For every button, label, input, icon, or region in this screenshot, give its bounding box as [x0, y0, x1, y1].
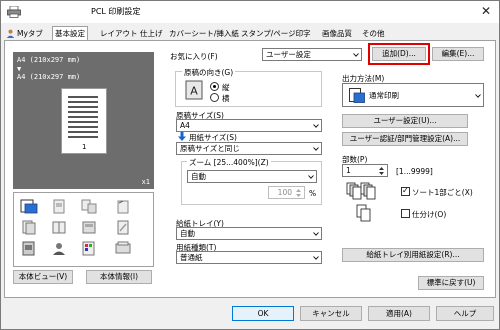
- tray-paper-settings-button[interactable]: 給紙トレイ別用紙設定(R)...: [342, 248, 484, 262]
- device-view-button[interactable]: 本体ビュー(V): [13, 270, 73, 284]
- paper-size-value: 原稿サイズと同じ: [180, 144, 240, 153]
- booklet-icon: [52, 221, 66, 234]
- output-method-value: 通常印刷: [369, 91, 399, 100]
- favorites-value: ユーザー設定: [266, 50, 311, 59]
- zoom-select[interactable]: 自動: [187, 170, 317, 183]
- close-icon[interactable]: ✕: [481, 4, 491, 18]
- output-method-select[interactable]: 通常印刷: [342, 83, 484, 107]
- tab-my-tab[interactable]: Myタブ: [4, 27, 45, 41]
- portrait-label: 縦: [222, 83, 230, 92]
- zoom-value: 自動: [191, 172, 206, 181]
- svg-text:A: A: [190, 85, 198, 98]
- collate-icon: [346, 182, 376, 200]
- landscape-label: 横: [222, 94, 230, 103]
- user-auth-settings-button[interactable]: ユーザー認証/部門管理設定(A)...: [342, 132, 468, 146]
- copies-range: [1...9999]: [396, 167, 433, 176]
- chevron-down-icon: [313, 147, 319, 151]
- chevron-down-icon: [475, 94, 481, 98]
- add-favorite-button[interactable]: 追加(D)...: [372, 47, 426, 61]
- spin-down-icon[interactable]: [377, 171, 386, 176]
- user-icon: [6, 29, 15, 38]
- device-info-button[interactable]: 本体情報(I): [86, 270, 152, 284]
- tab-label: レイアウト: [100, 29, 138, 38]
- chevron-down-icon: [308, 175, 314, 179]
- favorites-label: お気に入り(F): [170, 52, 218, 61]
- zoom-unit: %: [309, 189, 317, 198]
- preview-original-size: A4 (210x297 mm): [17, 56, 81, 64]
- chevron-down-icon: [313, 256, 319, 260]
- chevron-down-icon: [313, 124, 319, 128]
- tab-cover-sheet[interactable]: カバーシート/挿入紙: [167, 27, 241, 41]
- tab-finishing[interactable]: 仕上げ: [138, 27, 165, 41]
- printer-icon: [7, 6, 21, 18]
- watermark-icon: [117, 220, 129, 235]
- duplex-icon: [22, 220, 36, 235]
- tab-label: 基本設定: [55, 29, 85, 38]
- portrait-radio[interactable]: [210, 82, 219, 91]
- tab-stamp[interactable]: スタンプ/ページ印字: [239, 27, 313, 41]
- landscape-radio[interactable]: [210, 93, 219, 102]
- user-auth-icon: [53, 243, 65, 255]
- orientation-a-icon: A: [185, 80, 203, 100]
- tab-label: 画像品質: [322, 29, 352, 38]
- page-scale-icon: [81, 199, 97, 214]
- preview-scale: x1: [141, 178, 150, 186]
- original-size-select[interactable]: A4: [176, 119, 322, 132]
- preview-paper-size: A4 (210x297 mm): [17, 73, 81, 81]
- window-title: PCL 印刷設定: [91, 7, 141, 16]
- preview-page: 1: [61, 88, 107, 154]
- copies-stepper[interactable]: 1: [342, 164, 388, 177]
- tab-label: Myタブ: [17, 29, 43, 38]
- original-size-value: A4: [180, 121, 190, 130]
- apply-button[interactable]: 適用(A): [368, 306, 430, 321]
- tab-label: カバーシート/挿入紙: [169, 29, 239, 38]
- tab-other[interactable]: その他: [360, 27, 387, 41]
- title-bar: PCL 印刷設定 ✕: [1, 1, 499, 23]
- print-to-device-icon[interactable]: [20, 199, 38, 214]
- zoom-stepper[interactable]: 100: [268, 186, 305, 199]
- tray-select[interactable]: 自動: [176, 227, 322, 240]
- image-quality-icon: [22, 241, 35, 256]
- tab-image-quality[interactable]: 画像品質: [320, 27, 354, 41]
- collate-label: ソート1部ごと(X): [412, 188, 473, 197]
- page-icon: [53, 199, 65, 214]
- tray-value: 自動: [180, 229, 195, 238]
- zoom-label: ズーム [25...400%](Z): [187, 157, 271, 168]
- cover-icon: [82, 221, 96, 234]
- edit-favorite-button[interactable]: 編集(E)...: [432, 47, 484, 61]
- chevron-down-icon: [353, 53, 359, 57]
- offset-checkbox[interactable]: [401, 209, 410, 218]
- chevron-down-icon: [313, 232, 319, 236]
- user-settings-button[interactable]: ユーザー設定(U)...: [342, 114, 468, 128]
- spin-down-icon[interactable]: [294, 193, 303, 198]
- normal-print-icon: [349, 88, 365, 103]
- paper-size-select[interactable]: 原稿サイズと同じ: [176, 142, 322, 155]
- ok-button[interactable]: OK: [232, 306, 294, 321]
- tab-basic-settings[interactable]: 基本設定: [52, 26, 88, 41]
- finisher-icon: [115, 241, 131, 254]
- offset-label: 仕分け(O): [412, 210, 447, 219]
- tab-layout[interactable]: レイアウト: [98, 27, 140, 41]
- color-page-icon: [82, 241, 95, 256]
- tab-label: 仕上げ: [140, 29, 163, 38]
- staple-icon: [117, 200, 129, 214]
- arrow-down-icon: [178, 132, 186, 141]
- favorites-select[interactable]: ユーザー設定: [262, 48, 362, 61]
- collate-checkbox[interactable]: [401, 185, 410, 197]
- orientation-label: 原稿の向き(G): [182, 67, 236, 78]
- paper-type-value: 普通紙: [180, 253, 203, 262]
- device-icon-grid: [13, 192, 154, 267]
- preview-page-number: 1: [82, 143, 87, 151]
- help-button[interactable]: ヘルプ: [436, 306, 494, 321]
- paper-type-select[interactable]: 普通紙: [176, 251, 322, 264]
- offset-icon: [356, 204, 371, 222]
- restore-defaults-button[interactable]: 標準に戻す(U): [418, 276, 484, 290]
- preview-arrow-icon: ▼: [17, 65, 22, 73]
- cancel-button[interactable]: キャンセル: [300, 306, 362, 321]
- tab-label: スタンプ/ページ印字: [241, 29, 311, 38]
- tab-label: その他: [362, 29, 385, 38]
